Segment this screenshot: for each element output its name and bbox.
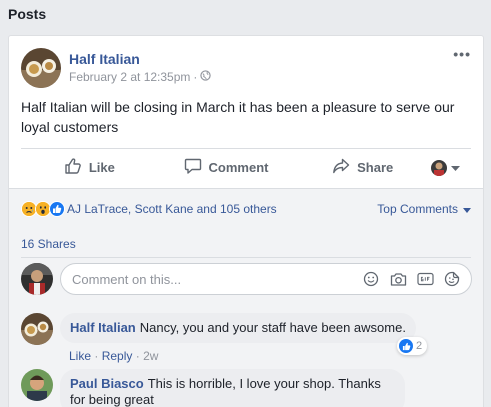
comment-like-count[interactable]: 2 (397, 337, 428, 355)
more-options-icon[interactable]: ••• (453, 46, 471, 62)
reactions-row: AJ LaTrace, Scott Kane and 105 others To… (21, 199, 471, 219)
comment-bubble: Half Italian Nancy, you and your staff ha… (60, 313, 416, 343)
post-author[interactable]: Half Italian (69, 51, 140, 67)
comment-actions: Like · Reply · 2w (69, 349, 158, 363)
post-text: Half Italian will be closing in March it… (21, 99, 455, 135)
comment-input-placeholder: Comment on this... (72, 271, 182, 287)
reactions-summary[interactable]: AJ LaTrace, Scott Kane and 105 others (67, 202, 277, 216)
separator: · (94, 349, 99, 363)
action-bar: Like Comment Share (21, 148, 471, 186)
emoji-icon[interactable] (362, 270, 380, 288)
comment-label: Comment (208, 160, 269, 175)
post-card: Half Italian February 2 at 12:35pm · •••… (8, 35, 484, 407)
user-avatar-small (431, 159, 448, 176)
chevron-down-icon (463, 202, 471, 216)
comment-icon (184, 157, 202, 178)
engagement-section: AJ LaTrace, Scott Kane and 105 others To… (9, 188, 483, 407)
like-count-value: 2 (416, 340, 423, 352)
globe-icon[interactable] (200, 70, 212, 84)
share-label: Share (357, 160, 394, 175)
post-meta: February 2 at 12:35pm · (69, 70, 212, 84)
user-avatar (21, 263, 53, 295)
post-timestamp[interactable]: February 2 at 12:35pm (69, 70, 190, 84)
like-label: Like (88, 160, 115, 175)
page-avatar[interactable] (21, 48, 61, 88)
comment-age[interactable]: 2w (143, 349, 158, 363)
comment-avatar[interactable] (21, 313, 53, 345)
camera-icon[interactable] (389, 270, 407, 288)
share-arrow-icon (332, 157, 350, 178)
chevron-down-icon (451, 159, 461, 177)
like-button[interactable]: Like (21, 157, 158, 178)
post-as-selector[interactable] (431, 159, 471, 177)
like-reaction-icon (399, 339, 413, 353)
like-reaction-icon (49, 201, 65, 217)
comment-text: Nancy, you and your staff have been awso… (139, 320, 406, 335)
comment-button[interactable]: Comment (158, 157, 295, 178)
comment-like-link[interactable]: Like (69, 349, 91, 363)
comment-bubble: Paul Biasco This is horrible, I love your… (60, 369, 405, 407)
meta-separator: · (193, 70, 198, 84)
comment-avatar[interactable] (21, 369, 53, 401)
reaction-icons[interactable] (21, 201, 65, 217)
share-button[interactable]: Share (294, 157, 431, 178)
comment-input[interactable]: Comment on this... (60, 263, 472, 295)
shares-count[interactable]: 16 Shares (21, 237, 76, 251)
separator: · (135, 349, 140, 363)
comment-author[interactable]: Half Italian (70, 320, 136, 335)
top-comments-dropdown[interactable]: Top Comments (377, 202, 471, 216)
divider (21, 257, 471, 258)
comment-author[interactable]: Paul Biasco (70, 376, 144, 391)
composer-icons (362, 270, 471, 288)
sticker-icon[interactable] (443, 270, 461, 288)
thumbs-up-icon (64, 157, 82, 178)
gif-icon[interactable] (416, 270, 434, 288)
section-title: Posts (8, 6, 47, 22)
comment-reply-link[interactable]: Reply (102, 349, 133, 363)
top-comments-label: Top Comments (377, 202, 458, 216)
